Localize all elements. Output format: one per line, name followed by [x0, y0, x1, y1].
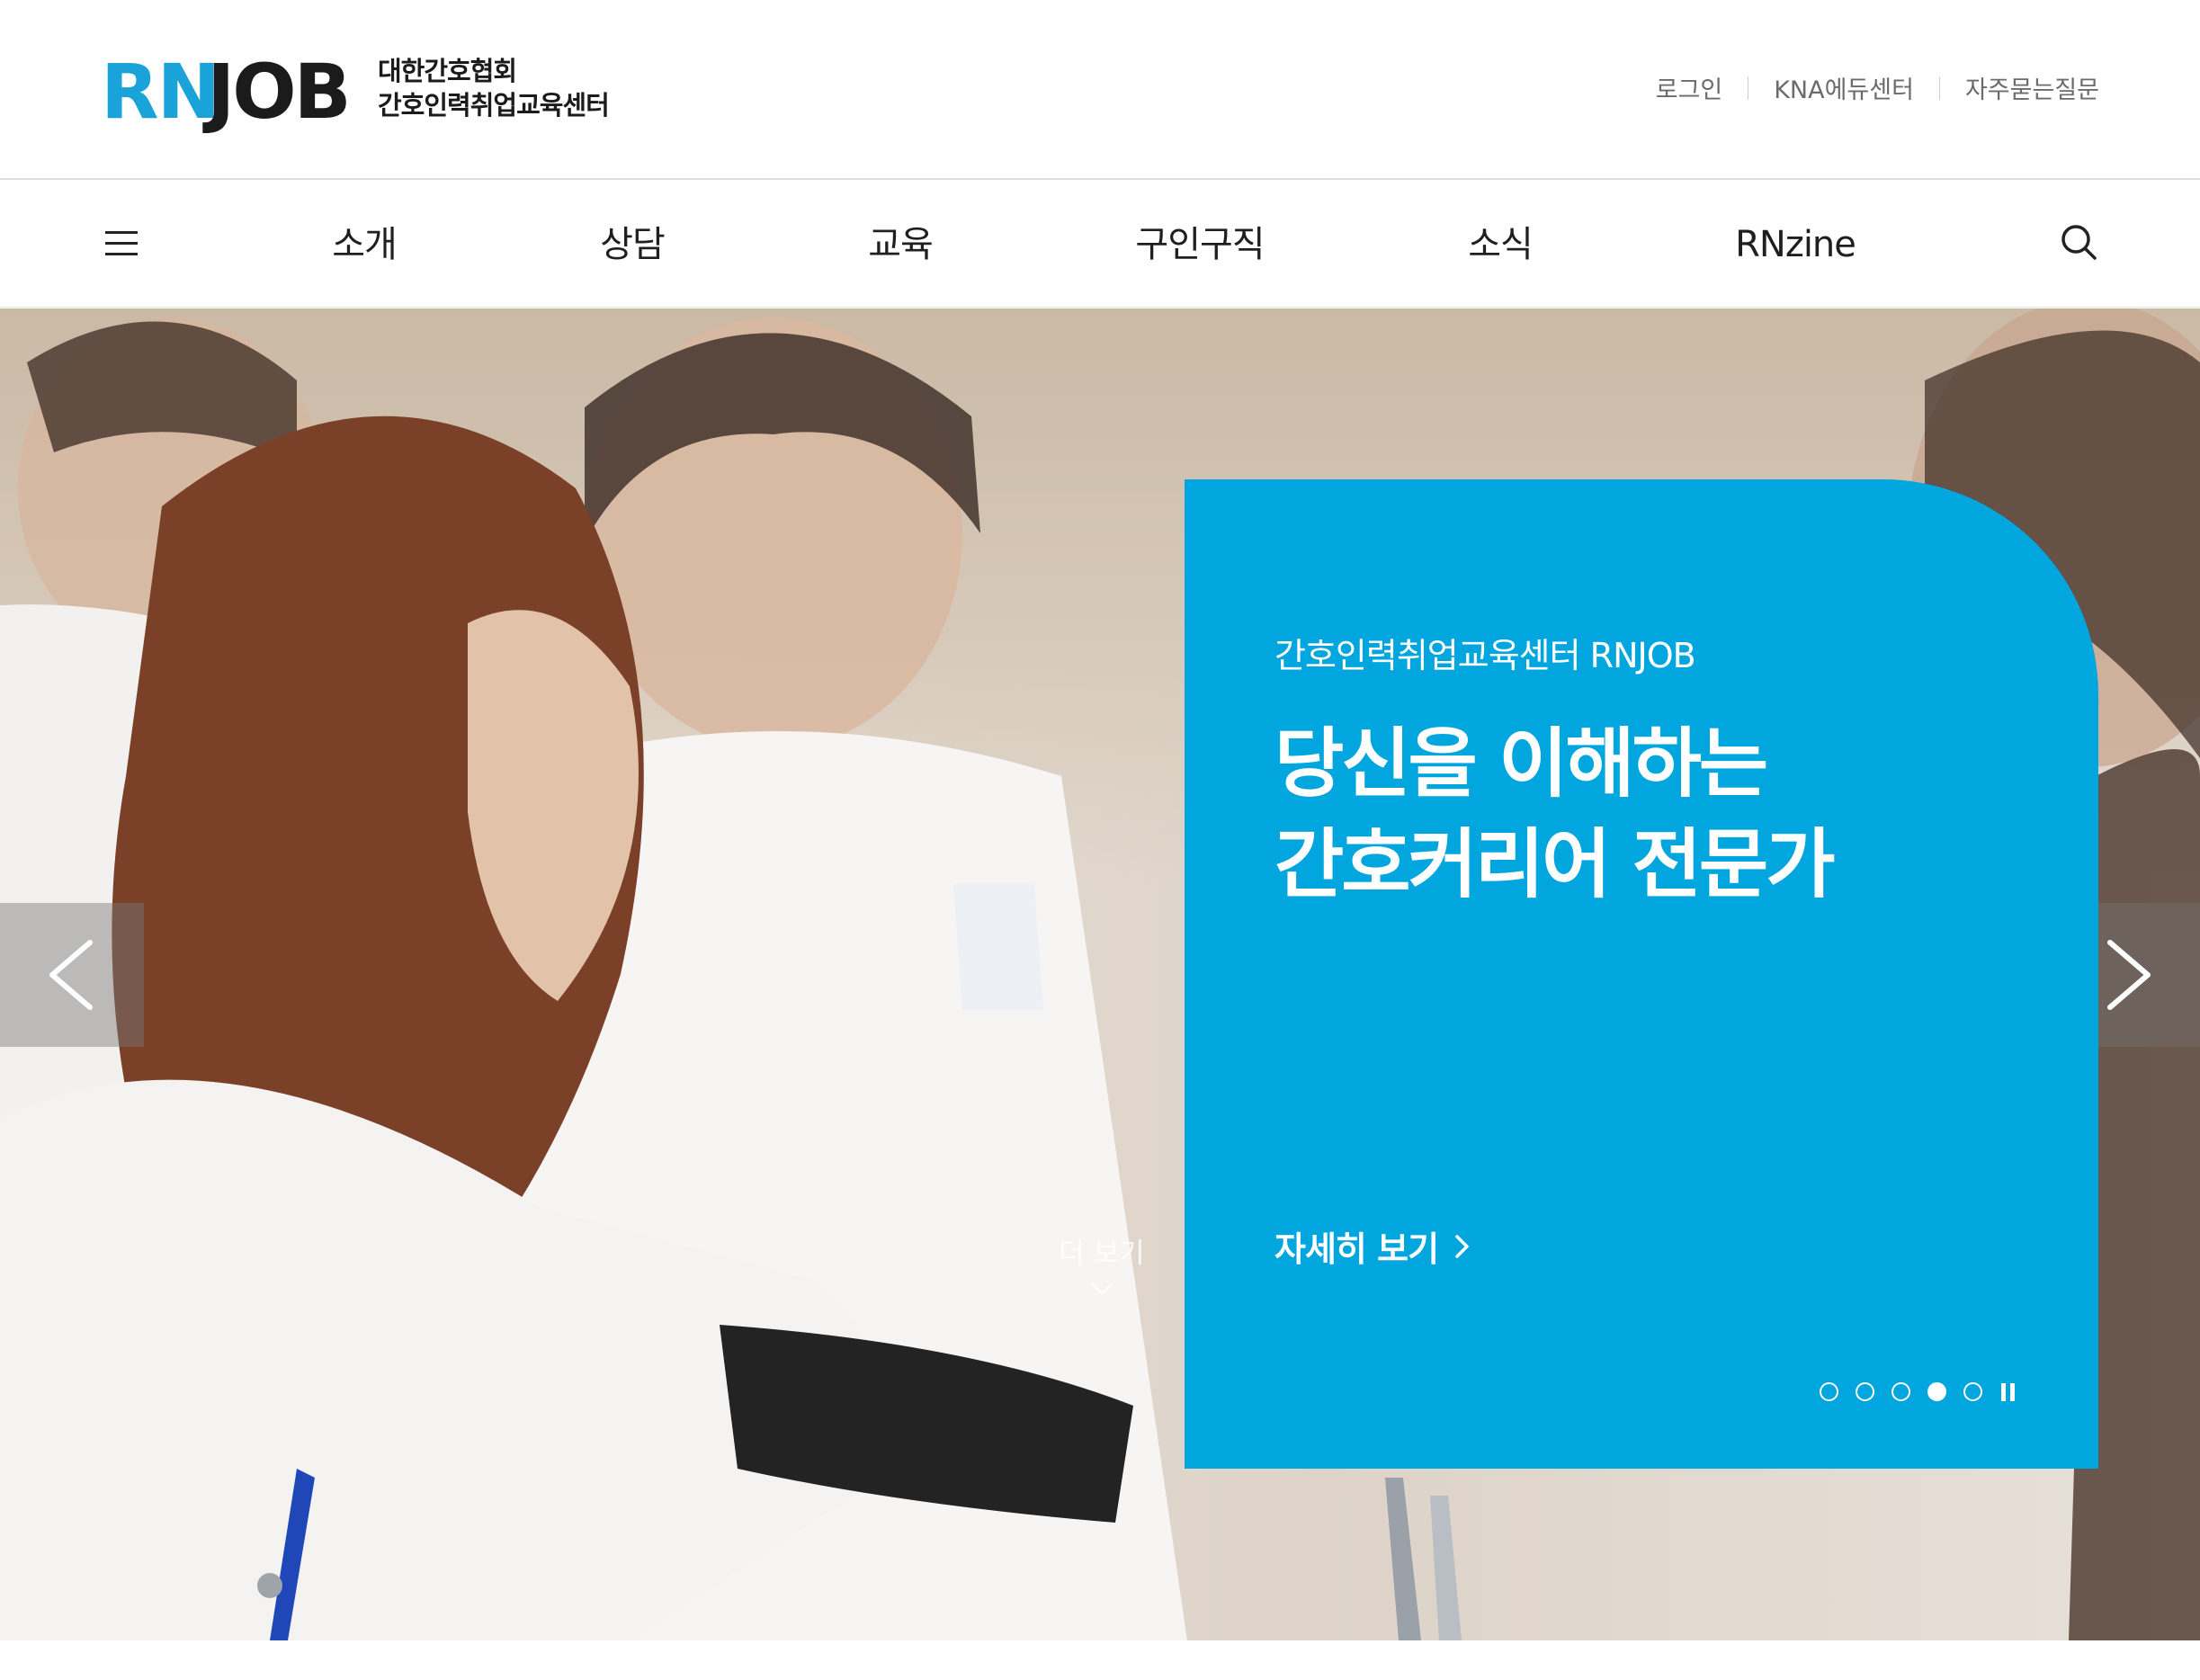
slide-dot-2[interactable]	[1856, 1382, 1874, 1401]
hero-card: 간호인력취업교육센터 RNJOB 당신을 이해하는 간호커리어 전문가 자세히 …	[1185, 479, 2098, 1469]
slide-dot-1[interactable]	[1820, 1382, 1838, 1401]
slide-dot-4[interactable]	[1927, 1382, 1946, 1401]
hero-title: 당신을 이해하는 간호커리어 전문가	[1274, 713, 1835, 915]
kna-educenter-link[interactable]: KNA에듀센터	[1774, 70, 1914, 105]
utility-nav: 로그인 KNA에듀센터 자주묻는질문	[1656, 70, 2099, 105]
logo-org-name: 대한간호협회 간호인력취업교육센터	[378, 54, 610, 122]
main-nav: 소개 상담 교육 구인구직 소식 RNzine	[0, 182, 2200, 308]
util-divider	[1938, 76, 1940, 100]
nav-item-rnzine[interactable]: RNzine	[1735, 219, 1856, 270]
nav-item-education[interactable]: 교육	[868, 219, 934, 270]
login-link[interactable]: 로그인	[1656, 70, 1723, 105]
scroll-more[interactable]: 더 보기	[1052, 1230, 1151, 1296]
logo-org-line1: 대한간호협회	[378, 56, 517, 86]
search-icon[interactable]	[2060, 223, 2097, 261]
chevron-down-icon	[1090, 1282, 1113, 1295]
slide-dot-3[interactable]	[1891, 1382, 1910, 1401]
nav-item-counsel[interactable]: 상담	[600, 219, 666, 270]
nav-item-about[interactable]: 소개	[332, 219, 398, 270]
hero-slider: 간호인력취업교육센터 RNJOB 당신을 이해하는 간호커리어 전문가 자세히 …	[0, 308, 2200, 1640]
hero-eyebrow: 간호인력취업교육센터 RNJOB	[1274, 636, 1696, 675]
logo-org-line2: 간호인력취업교육센터	[378, 90, 610, 121]
nav-item-jobs[interactable]: 구인구직	[1135, 219, 1265, 270]
pause-icon[interactable]	[2001, 1382, 2019, 1401]
chevron-left-icon	[49, 940, 93, 1010]
view-details-link[interactable]: 자세히 보기	[1274, 1221, 1472, 1271]
faq-link[interactable]: 자주묻는질문	[1965, 70, 2099, 105]
scroll-more-label: 더 보기	[1059, 1238, 1145, 1270]
nav-item-news[interactable]: 소식	[1468, 219, 1534, 270]
chevron-right-icon	[1455, 1234, 1469, 1258]
slide-dot-5[interactable]	[1963, 1382, 1982, 1401]
hamburger-icon[interactable]	[105, 231, 138, 258]
prev-slide-button[interactable]	[0, 903, 144, 1047]
hero-title-line1: 당신을 이해하는	[1274, 719, 1768, 808]
logo-wordmark: RN JOB	[101, 54, 362, 137]
site-logo[interactable]: RN JOB	[101, 54, 362, 137]
view-details-label: 자세히 보기	[1274, 1229, 1439, 1269]
logo-rn: RN	[101, 48, 220, 136]
slide-pagination	[1820, 1382, 2019, 1401]
logo-job: JOB	[207, 48, 352, 136]
site-header: RN JOB 대한간호협회 간호인력취업교육센터 로그인 KNA에듀센터 자주묻…	[0, 0, 2200, 180]
hero-title-line2: 간호커리어 전문가	[1274, 820, 1835, 908]
